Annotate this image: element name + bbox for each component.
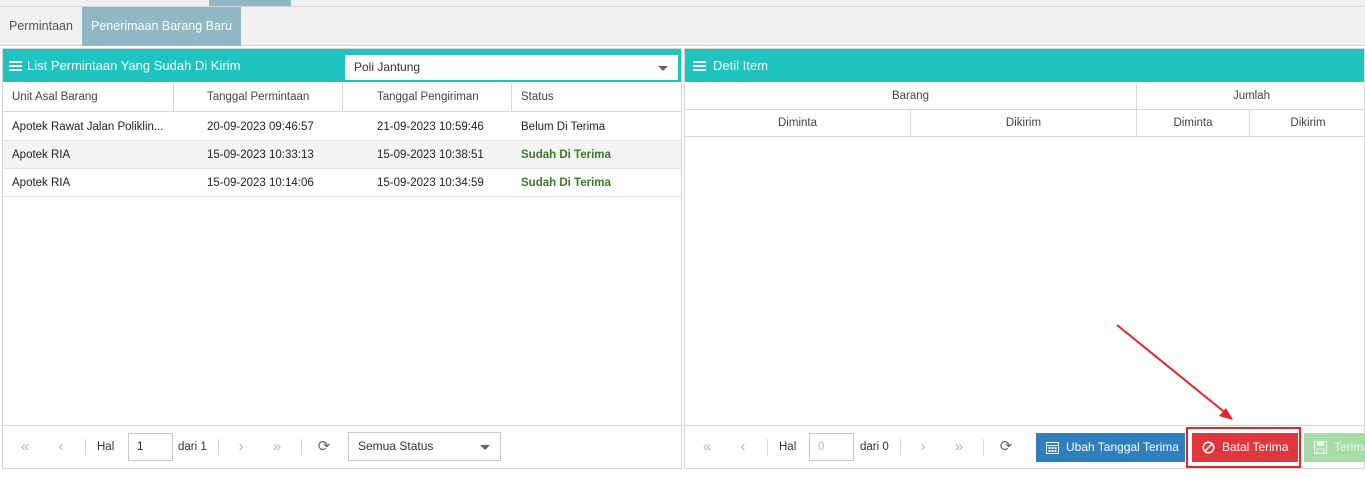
pager-separator <box>767 439 768 455</box>
panel-list-permintaan: List Permintaan Yang Sudah Di Kirim Poli… <box>2 48 682 469</box>
page-number-input[interactable]: 0 <box>809 433 854 461</box>
refresh-icon[interactable]: ⟳ <box>315 437 333 457</box>
table-row[interactable]: Apotek RIA 15-09-2023 10:14:06 15-09-202… <box>3 169 681 197</box>
pager-hal-label: Hal <box>779 441 797 453</box>
terima-label: Terima <box>1334 440 1365 454</box>
grid-header-left: Unit Asal Barang Tanggal Permintaan Tang… <box>3 83 681 112</box>
column-header-status[interactable]: Status <box>512 83 682 112</box>
panel-title-right: Detil Item <box>713 58 768 73</box>
cell-status: Sudah Di Terima <box>521 177 611 189</box>
unit-select-value: Poli Jantung <box>354 60 421 74</box>
pager-separator <box>301 439 302 455</box>
chevron-down-icon <box>480 444 490 450</box>
tab-permintaan[interactable]: Permintaan <box>0 7 82 46</box>
list-icon <box>9 61 22 71</box>
column-header-tanggal-permintaan[interactable]: Tanggal Permintaan <box>174 83 343 112</box>
last-page-icon[interactable]: » <box>267 436 287 458</box>
cell-status: Sudah Di Terima <box>521 149 611 161</box>
cell-tanggal-permintaan: 20-09-2023 09:46:57 <box>207 121 314 133</box>
pager-left: « ‹ Hal 1 dari 1 › » ⟳ Semua Status <box>3 425 681 468</box>
cell-unit: Apotek Rawat Jalan Poliklin... <box>12 121 164 133</box>
save-icon <box>1314 441 1327 454</box>
cell-tanggal-permintaan: 15-09-2023 10:14:06 <box>207 177 314 189</box>
first-page-icon[interactable]: « <box>15 436 35 458</box>
panel-detil-item: Detil Item Barang Jumlah Diminta Dikirim… <box>684 48 1365 469</box>
first-page-icon[interactable]: « <box>697 436 717 458</box>
top-strip-accent <box>209 0 291 6</box>
cell-tanggal-permintaan: 15-09-2023 10:33:13 <box>207 149 314 161</box>
prev-page-icon[interactable]: ‹ <box>51 436 71 458</box>
tab-penerimaan-barang-baru[interactable]: Penerimaan Barang Baru <box>82 7 242 46</box>
refresh-icon[interactable]: ⟳ <box>997 437 1015 457</box>
chevron-down-icon <box>658 65 668 71</box>
next-page-icon[interactable]: › <box>913 436 933 458</box>
annotation-highlight-box <box>1186 427 1301 468</box>
table-row[interactable]: Apotek Rawat Jalan Poliklin... 20-09-202… <box>3 113 681 141</box>
column-group-jumlah: Jumlah <box>1137 83 1365 110</box>
status-filter-value: Semua Status <box>358 439 434 453</box>
cell-unit: Apotek RIA <box>12 149 71 161</box>
column-group-barang: Barang <box>685 83 1137 110</box>
prev-page-icon[interactable]: ‹ <box>733 436 753 458</box>
column-header-jumlah-diminta[interactable]: Diminta <box>1137 110 1250 137</box>
cell-tanggal-pengiriman: 21-09-2023 10:59:46 <box>377 121 484 133</box>
pager-of-label: dari 1 <box>178 441 207 453</box>
calendar-icon <box>1046 442 1059 454</box>
panel-header-left: List Permintaan Yang Sudah Di Kirim Poli… <box>3 49 681 82</box>
pager-separator <box>218 439 219 455</box>
column-header-jumlah-dikirim[interactable]: Dikirim <box>1250 110 1365 137</box>
column-header-tanggal-pengiriman[interactable]: Tanggal Pengiriman <box>343 83 512 112</box>
panel-header-right: Detil Item <box>685 49 1364 82</box>
status-filter-select[interactable]: Semua Status <box>348 432 501 461</box>
page-number-input[interactable]: 1 <box>128 433 173 461</box>
next-page-icon[interactable]: › <box>231 436 251 458</box>
top-strip <box>0 0 1365 7</box>
ubah-tanggal-terima-button[interactable]: Ubah Tanggal Terima <box>1036 433 1185 462</box>
terima-button[interactable]: Terima <box>1304 433 1365 462</box>
tab-bar: Permintaan Penerimaan Barang Baru <box>0 7 1365 46</box>
pager-hal-label: Hal <box>97 441 115 453</box>
cell-tanggal-pengiriman: 15-09-2023 10:34:59 <box>377 177 484 189</box>
column-header-unit-asal[interactable]: Unit Asal Barang <box>3 83 174 112</box>
last-page-icon[interactable]: » <box>949 436 969 458</box>
pager-separator <box>85 439 86 455</box>
ubah-tanggal-terima-label: Ubah Tanggal Terima <box>1066 440 1179 454</box>
cell-tanggal-pengiriman: 15-09-2023 10:38:51 <box>377 149 484 161</box>
unit-select[interactable]: Poli Jantung <box>344 54 679 81</box>
pager-separator <box>900 439 901 455</box>
table-row[interactable]: Apotek RIA 15-09-2023 10:33:13 15-09-202… <box>3 141 681 169</box>
cell-status: Belum Di Terima <box>521 121 606 133</box>
column-header-barang-dikirim[interactable]: Dikirim <box>911 110 1137 137</box>
list-icon <box>693 61 706 71</box>
column-header-barang-diminta[interactable]: Diminta <box>685 110 911 137</box>
pager-separator <box>983 439 984 455</box>
cell-unit: Apotek RIA <box>12 177 71 189</box>
pager-of-label: dari 0 <box>860 441 889 453</box>
panel-title-left: List Permintaan Yang Sudah Di Kirim <box>27 58 241 73</box>
